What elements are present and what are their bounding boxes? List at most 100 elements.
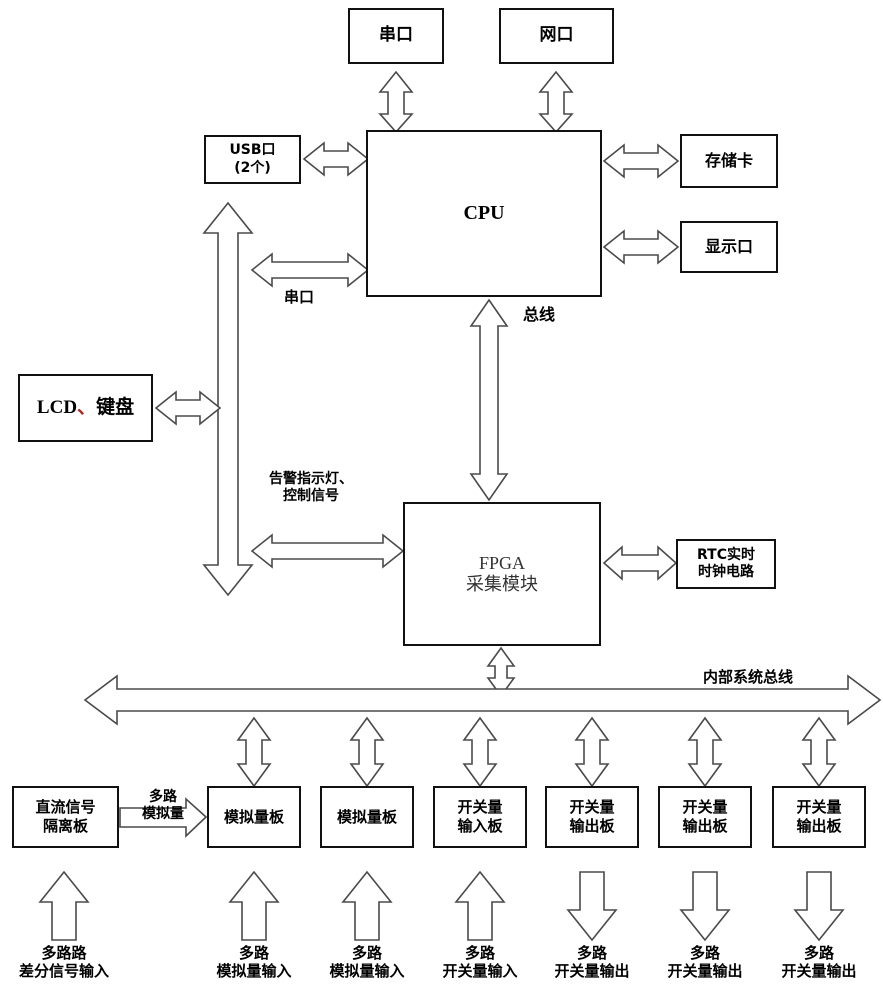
arrow-bus-to-do-board-1 xyxy=(574,716,610,788)
node-do-board-1[interactable]: 开关量 输出板 xyxy=(545,786,639,848)
io-label-3: 多路 开关量输入 xyxy=(416,944,544,980)
node-di-board[interactable]: 开关量 输入板 xyxy=(433,786,527,848)
node-lcd-keyboard-part1: LCD xyxy=(36,397,78,419)
node-dc-isolation-board[interactable]: 直流信号 隔离板 xyxy=(12,786,119,848)
node-usb-port-label-line2: (2个) xyxy=(234,159,271,176)
arrow-cpu-storagecard xyxy=(602,143,680,179)
node-serial-port-top[interactable]: 串口 xyxy=(348,8,444,64)
io-label-4-line2: 开关量输出 xyxy=(554,962,630,980)
arrow-left-vertical-bus xyxy=(202,201,254,597)
label-multi-analog-line2: 模拟量 xyxy=(142,805,184,822)
node-fpga-label-line1: FPGA xyxy=(478,552,526,573)
label-internal-system-bus-text: 内部系统总线 xyxy=(703,668,794,686)
node-lcd-keyboard-separator: 、 xyxy=(77,396,97,419)
label-alarm-control-line1: 告警指示灯、 xyxy=(269,471,353,487)
node-rtc[interactable]: RTC实时 时钟电路 xyxy=(676,539,776,589)
label-alarm-control: 告警指示灯、 控制信号 xyxy=(269,471,353,505)
node-dc-isolation-board-line2: 隔离板 xyxy=(42,817,88,835)
arrow-io-output-switch-3 xyxy=(793,871,845,942)
node-analog-board-2-label: 模拟量板 xyxy=(336,807,397,826)
node-fpga[interactable]: FPGA 采集模块 xyxy=(403,502,601,646)
arrow-bus-to-analog-board-2 xyxy=(349,716,385,788)
node-lcd-keyboard-label: LCD、键盘 xyxy=(37,396,134,420)
node-do-board-3[interactable]: 开关量 输出板 xyxy=(772,786,866,848)
label-serial-bus-cpu: 串口 xyxy=(284,288,314,306)
io-label-4: 多路 开关量输出 xyxy=(528,944,656,980)
node-cpu-label: CPU xyxy=(463,202,505,224)
arrow-bus-to-do-board-2 xyxy=(687,716,723,788)
io-label-3-line2: 开关量输入 xyxy=(442,962,518,980)
io-label-2-line1: 多路 xyxy=(351,944,382,962)
arrow-fpga-rtc xyxy=(602,545,678,581)
io-label-2: 多路 模拟量输入 xyxy=(303,944,431,980)
node-cpu[interactable]: CPU xyxy=(366,130,602,297)
arrow-io-input-analog-2 xyxy=(341,870,393,941)
arrow-io-input-analog-1 xyxy=(228,870,280,941)
node-display-port-label: 显示口 xyxy=(704,237,753,256)
node-rtc-label-line1: RTC实时 xyxy=(697,546,755,563)
node-lcd-keyboard[interactable]: LCD、键盘 xyxy=(18,374,153,442)
node-lcd-keyboard-part2: 键盘 xyxy=(96,396,135,419)
node-serial-port-top-label: 串口 xyxy=(379,25,413,46)
io-label-6: 多路 开关量输出 xyxy=(755,944,883,980)
node-display-port[interactable]: 显示口 xyxy=(680,221,778,273)
block-diagram-canvas: 串口 网口 USB口 (2个) CPU 存储卡 显示口 LCD、键盘 FPGA … xyxy=(0,0,883,1000)
arrow-usb-cpu xyxy=(302,141,370,177)
io-label-6-line2: 开关量输出 xyxy=(781,962,857,980)
node-storage-card[interactable]: 存储卡 xyxy=(680,134,778,188)
node-do-board-2-line1: 开关量 xyxy=(682,798,728,817)
node-storage-card-label: 存储卡 xyxy=(704,151,753,170)
io-label-5: 多路 开关量输出 xyxy=(641,944,769,980)
node-rtc-label-line2: 时钟电路 xyxy=(698,564,754,580)
io-label-1-line2: 模拟量输入 xyxy=(216,962,292,980)
arrow-serialport-cpu xyxy=(378,70,414,134)
node-analog-board-2[interactable]: 模拟量板 xyxy=(320,786,414,848)
io-label-0-line1: 多路路 xyxy=(41,944,87,962)
arrow-bus-to-do-board-3 xyxy=(801,716,837,788)
arrow-io-input-switch xyxy=(454,870,506,941)
io-label-0: 多路路 差分信号输入 xyxy=(0,944,128,980)
arrow-alarm-control xyxy=(250,533,405,569)
node-dc-isolation-board-line1: 直流信号 xyxy=(35,798,96,817)
io-label-4-line1: 多路 xyxy=(576,944,607,962)
io-label-0-line2: 差分信号输入 xyxy=(18,962,109,980)
node-fpga-label-line2: 采集模块 xyxy=(466,574,538,595)
label-alarm-control-line2: 控制信号 xyxy=(283,487,339,504)
label-system-bus-cpu-text: 总线 xyxy=(523,305,556,324)
io-label-5-line2: 开关量输出 xyxy=(667,962,743,980)
node-usb-port[interactable]: USB口 (2个) xyxy=(204,135,301,184)
node-analog-board-1-label: 模拟量板 xyxy=(223,807,284,826)
node-do-board-1-line2: 输出板 xyxy=(569,817,615,835)
node-do-board-2[interactable]: 开关量 输出板 xyxy=(658,786,752,848)
label-multi-analog: 多路 模拟量 xyxy=(124,789,202,823)
arrow-serial-bus-to-cpu xyxy=(250,252,370,288)
arrow-io-output-switch-2 xyxy=(679,871,731,942)
label-internal-system-bus: 内部系统总线 xyxy=(703,668,793,686)
io-label-1: 多路 模拟量输入 xyxy=(190,944,318,980)
node-do-board-3-line1: 开关量 xyxy=(796,798,842,817)
arrow-bus-to-analog-board-1 xyxy=(236,716,272,788)
node-di-board-line2: 输入板 xyxy=(457,817,503,835)
arrow-bus-to-di-board xyxy=(462,716,498,788)
io-label-5-line1: 多路 xyxy=(689,944,720,962)
node-di-board-line1: 开关量 xyxy=(457,798,503,817)
io-label-1-line1: 多路 xyxy=(238,944,269,962)
node-analog-board-1[interactable]: 模拟量板 xyxy=(207,786,301,848)
node-do-board-2-line2: 输出板 xyxy=(682,817,728,835)
arrow-cpu-fpga-bus xyxy=(469,298,509,502)
io-label-2-line2: 模拟量输入 xyxy=(329,962,405,980)
arrow-lcd-to-bus xyxy=(154,390,222,426)
label-system-bus-cpu: 总线 xyxy=(523,305,555,324)
label-multi-analog-line1: 多路 xyxy=(149,789,177,805)
node-do-board-1-line1: 开关量 xyxy=(569,798,615,817)
label-serial-bus-cpu-text: 串口 xyxy=(284,288,315,306)
arrow-io-output-switch-1 xyxy=(566,871,618,942)
arrow-cpu-displayport xyxy=(602,229,680,265)
node-network-port[interactable]: 网口 xyxy=(499,8,614,64)
arrow-networkport-cpu xyxy=(538,70,574,134)
node-usb-port-label-line1: USB口 xyxy=(229,142,276,158)
node-network-port-label: 网口 xyxy=(539,25,574,46)
node-do-board-3-line2: 输出板 xyxy=(796,817,842,835)
arrow-io-input-differential xyxy=(38,870,90,941)
io-label-3-line1: 多路 xyxy=(464,944,495,962)
